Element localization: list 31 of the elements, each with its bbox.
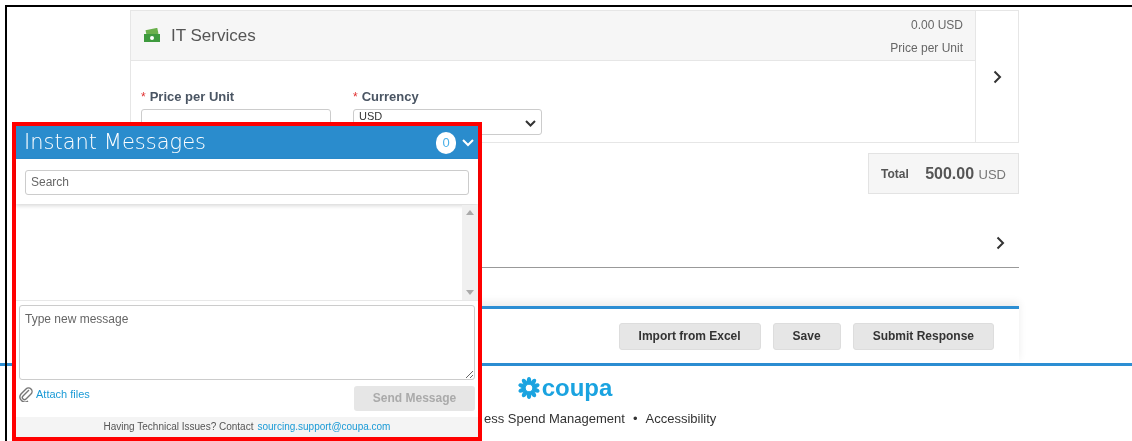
coupa-logo-icon <box>517 377 540 399</box>
search-field[interactable]: Search <box>25 169 469 195</box>
total-label: Total <box>881 165 909 183</box>
field-label: Currency <box>361 88 419 106</box>
unread-count: 0 <box>436 131 456 154</box>
total-amount: 500.00 USD <box>925 163 1006 184</box>
action-button[interactable]: Submit Response <box>852 322 994 350</box>
paperclip-icon <box>19 385 34 402</box>
scroll-down-icon[interactable] <box>466 289 474 295</box>
amount-label: Price per Unit <box>890 40 963 57</box>
separator-dot: • <box>632 410 638 428</box>
required-mark: * <box>141 88 146 106</box>
chevron-right-icon[interactable] <box>996 235 1005 250</box>
action-button[interactable]: Save <box>772 322 841 350</box>
help-text: Having Technical Issues? Contact <box>103 420 254 435</box>
footer-link[interactable]: ess Spend Management <box>484 409 625 429</box>
coupa-logo: coupa <box>541 376 613 400</box>
action-button[interactable]: Import from Excel <box>618 322 761 350</box>
footer-link[interactable]: Accessibility <box>645 409 717 429</box>
line-item-title: IT Services <box>171 25 256 47</box>
amount: 0.00 USD <box>910 17 963 34</box>
message-field[interactable]: Type new message <box>19 304 475 380</box>
chevron-down-icon[interactable] <box>462 138 474 147</box>
required-mark: * <box>353 88 358 106</box>
money-icon <box>143 28 161 44</box>
chat-title: Instant Messages <box>24 128 207 156</box>
chevron-down-icon <box>525 119 536 127</box>
scrollbar[interactable] <box>462 204 478 300</box>
chevron-right-icon[interactable] <box>992 69 1002 84</box>
field-label: Price per Unit <box>149 88 235 106</box>
scroll-up-icon[interactable] <box>466 209 474 215</box>
